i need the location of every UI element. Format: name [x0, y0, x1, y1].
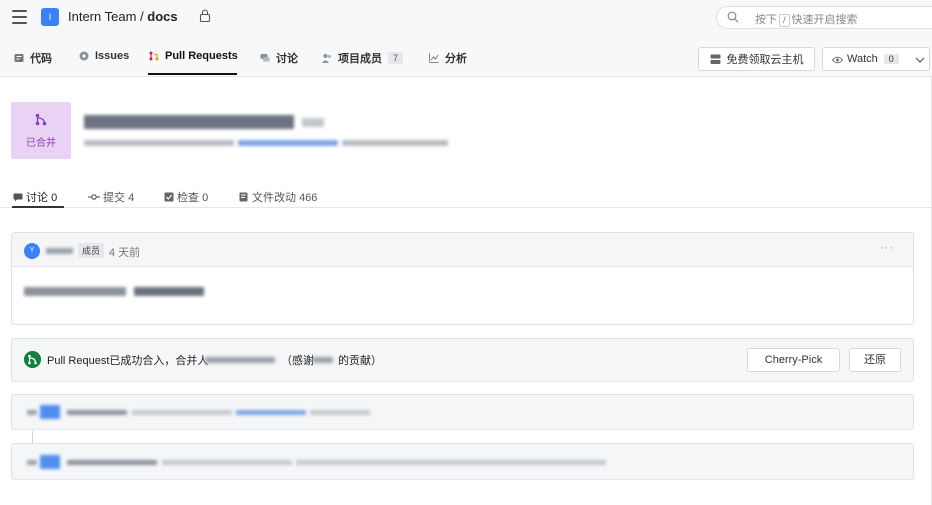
commit-row-redacted-a [27, 410, 37, 415]
members-count: 7 [388, 52, 404, 64]
comment-header [12, 233, 913, 267]
pr-meta-redacted [84, 140, 234, 146]
comment-time: 4 天前 [109, 247, 141, 259]
merge-success-message: Pull Request已成功合入，合并人 [47, 355, 209, 367]
commit-row-redacted-b [67, 460, 157, 465]
repo-link[interactable]: docs [147, 9, 177, 24]
merge-icon [35, 113, 47, 126]
chevron-down-icon[interactable] [915, 57, 925, 63]
search-icon [727, 11, 739, 23]
timeline-line [32, 431, 33, 443]
commit-icon [88, 194, 100, 200]
repo-breadcrumb: Intern Team / docs [68, 9, 178, 24]
server-icon [710, 54, 720, 64]
shortcut-key: / [779, 14, 790, 27]
discussion-icon [13, 193, 23, 202]
pr-subtabs [0, 186, 932, 208]
tab-analytics[interactable]: 分析 [429, 50, 467, 66]
comment-card [11, 232, 914, 325]
subtab-files-changed[interactable]: 文件改动 466 [239, 189, 317, 205]
watch-label: Watch [847, 53, 878, 65]
member-role-badge: 成员 [78, 243, 105, 258]
tab-discussion[interactable]: 讨论 [260, 50, 298, 66]
more-actions-button[interactable]: ··· [880, 242, 894, 254]
analytics-icon [429, 53, 439, 63]
merge-icon [24, 351, 41, 368]
search-placeholder: 按下 / 快速开启搜索 [755, 14, 858, 27]
repo-avatar[interactable]: I [41, 8, 59, 26]
watch-count: 0 [883, 54, 899, 64]
commit-row-redacted-d [310, 410, 370, 415]
pr-title-redacted [84, 115, 294, 129]
comment-body-redacted [24, 287, 126, 296]
avatar[interactable]: Y [24, 243, 40, 259]
comment-body-redacted-2 [134, 287, 204, 296]
merged-status-badge: 已合并 [11, 102, 71, 159]
thanks-suffix: 的贡献） [338, 355, 382, 367]
check-icon [164, 192, 174, 202]
eye-icon [832, 56, 843, 64]
watch-button[interactable]: Watch 0 [822, 47, 930, 71]
file-icon [239, 192, 248, 202]
pull-request-icon [149, 51, 159, 61]
commit-row-redacted-a [27, 460, 37, 465]
tab-pull-requests[interactable]: Pull Requests [149, 50, 238, 62]
merged-status-label: 已合并 [26, 138, 56, 149]
pr-meta-link-redacted [238, 140, 338, 146]
commit-avatar-redacted [40, 455, 60, 469]
tab-code[interactable]: 代码 [14, 50, 52, 66]
author-name-redacted [46, 248, 73, 254]
team-link[interactable]: Intern Team [68, 9, 136, 24]
commit-row-redacted-c [162, 460, 292, 465]
cherry-pick-button[interactable]: Cherry-Pick [747, 348, 840, 372]
commit-row-redacted-b [67, 410, 127, 415]
commit-row-link-redacted [236, 410, 306, 415]
subtab-commits[interactable]: 提交 4 [88, 189, 134, 205]
revert-button[interactable]: 还原 [849, 348, 901, 372]
subtab-discussion[interactable]: 讨论 0 [13, 189, 57, 205]
tab-issues[interactable]: Issues [79, 50, 129, 62]
thanks-prefix: （感谢 [281, 355, 314, 367]
active-tab-indicator [148, 73, 237, 75]
menu-icon[interactable] [12, 10, 27, 24]
tab-members[interactable]: 项目成员 7 [322, 50, 404, 66]
breadcrumb-separator: / [140, 9, 144, 24]
commit-row-redacted-c [132, 410, 232, 415]
active-subtab-indicator [12, 206, 64, 208]
free-cloud-host-button[interactable]: 免费领取云主机 [698, 47, 815, 71]
commit-avatar-redacted [40, 405, 60, 419]
subtab-checks[interactable]: 检查 0 [164, 189, 208, 205]
lock-icon [199, 9, 211, 22]
search-input[interactable]: 按下 / 快速开启搜索 [716, 6, 932, 29]
code-icon [14, 54, 24, 62]
issues-icon [79, 51, 89, 61]
contributor-name-redacted [313, 357, 333, 363]
merger-name-redacted [205, 357, 275, 363]
pr-meta-redacted-2 [342, 140, 448, 146]
pr-title-redacted-tail [302, 118, 324, 127]
discussion-icon [260, 54, 270, 62]
commit-row-redacted-d [296, 460, 606, 465]
members-icon [322, 54, 332, 63]
top-bar: I Intern Team / docs 按下 / 快速开启搜索 [0, 0, 932, 35]
